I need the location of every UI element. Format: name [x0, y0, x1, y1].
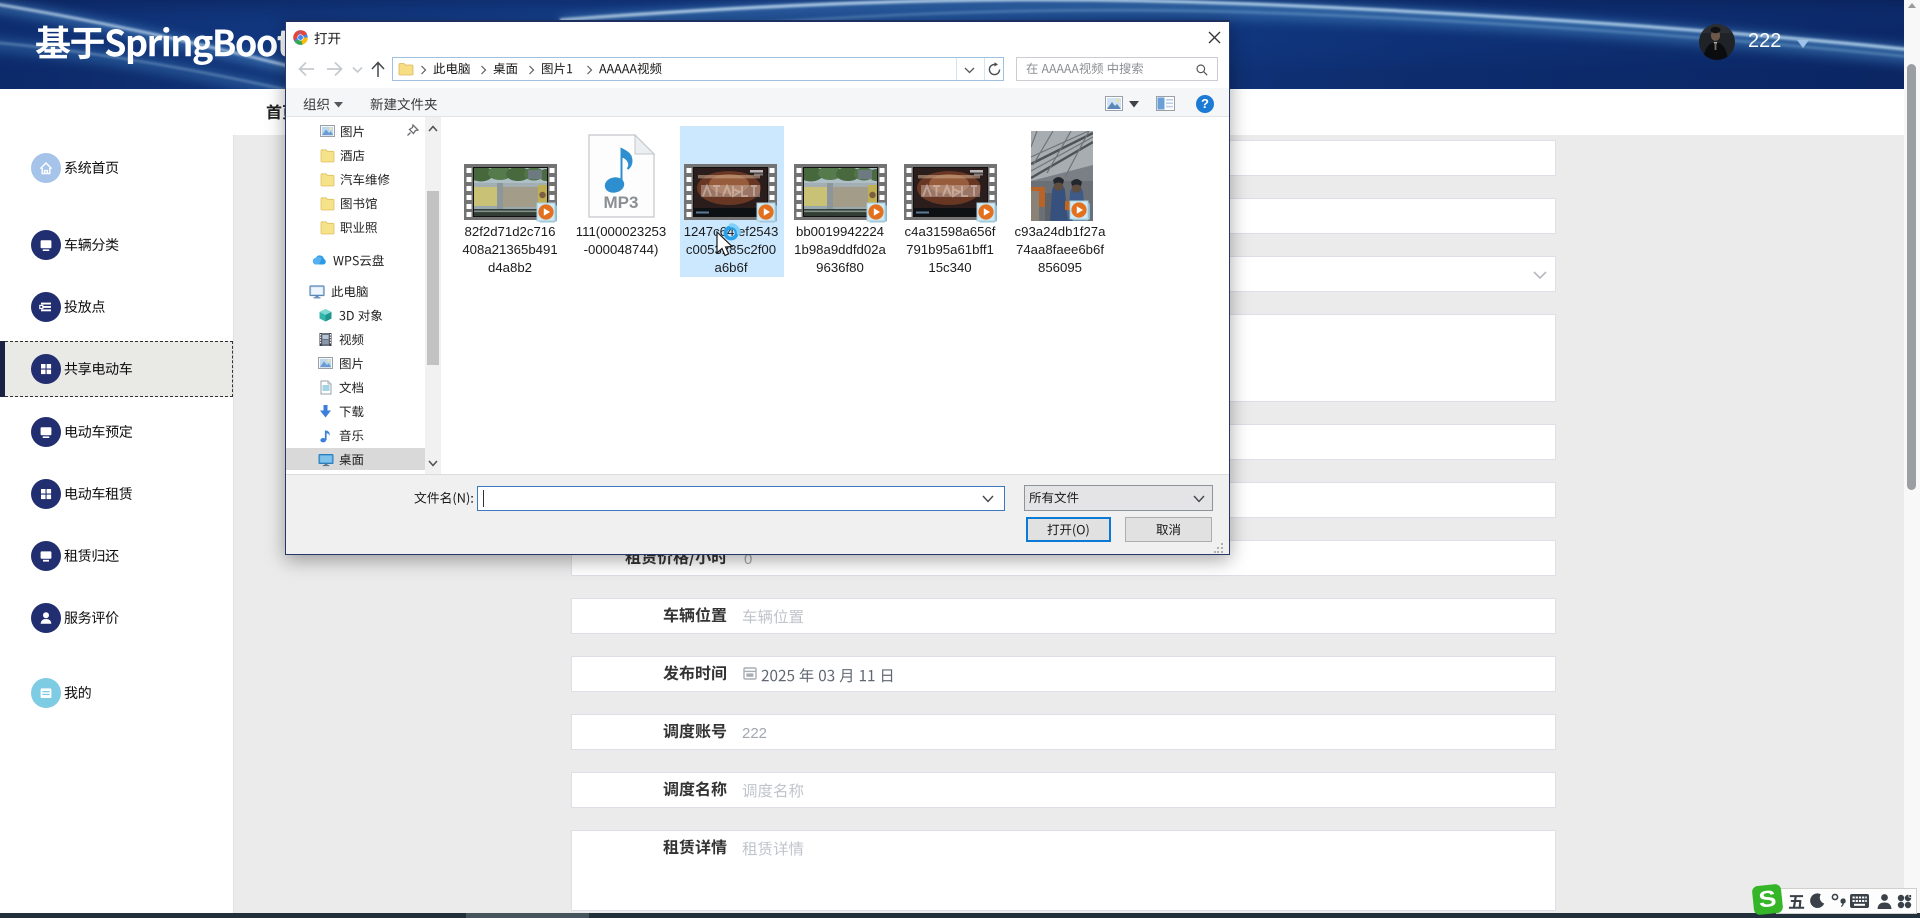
svg-text:MP3: MP3 — [604, 193, 639, 212]
